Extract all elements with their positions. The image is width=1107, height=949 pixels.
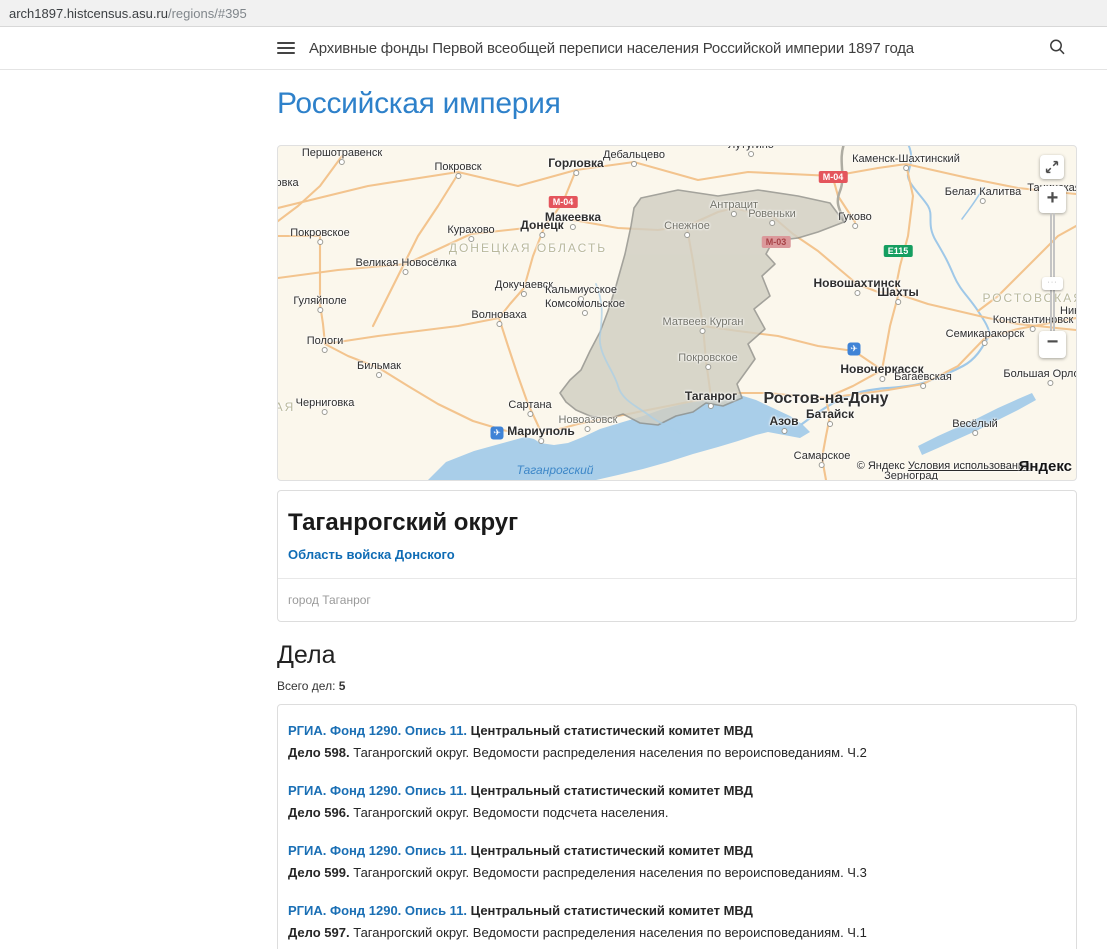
region-subtitle: город Таганрог xyxy=(288,593,1066,607)
case-number: Дело 598. xyxy=(288,745,350,760)
cases-heading: Дела xyxy=(277,641,1077,670)
case-organization: Центральный статистический комитет МВД xyxy=(467,783,753,798)
case-archive-link[interactable]: РГИА. Фонд 1290. Опись 11. xyxy=(288,783,467,798)
yandex-map[interactable]: ПершотравенскПокровскГорловкаДебальцевоВ… xyxy=(277,145,1077,481)
zoom-slider-handle[interactable]: ··· xyxy=(1042,277,1063,290)
divider xyxy=(278,578,1076,579)
case-item: РГИА. Фонд 1290. Опись 11. Центральный с… xyxy=(288,722,1066,761)
copyright-text: © Яндекс xyxy=(857,460,905,472)
cases-total: Всего дел: 5 xyxy=(277,679,1077,693)
airport-icon: ✈ xyxy=(848,343,861,356)
expand-icon xyxy=(1045,160,1059,174)
case-description: Таганрогский округ. Ведомости подсчета н… xyxy=(350,805,669,820)
app-header: Архивные фонды Первой всеобщей переписи … xyxy=(0,27,1107,70)
region-title: Таганрогский округ xyxy=(288,509,1066,537)
case-item: РГИА. Фонд 1290. Опись 11. Центральный с… xyxy=(288,782,1066,821)
fullscreen-button[interactable] xyxy=(1040,155,1064,179)
terms-link[interactable]: Условия использования xyxy=(908,460,1030,472)
case-archive-link[interactable]: РГИА. Фонд 1290. Опись 11. xyxy=(288,723,467,738)
case-item: РГИА. Фонд 1290. Опись 11. Центральный с… xyxy=(288,842,1066,881)
cases-list: РГИА. Фонд 1290. Опись 11. Центральный с… xyxy=(277,704,1077,949)
airport-icon: ✈ xyxy=(491,427,504,440)
case-number: Дело 597. xyxy=(288,925,350,940)
case-number: Дело 596. xyxy=(288,805,350,820)
case-description: Таганрогский округ. Ведомости распределе… xyxy=(350,925,867,940)
case-organization: Центральный статистический комитет МВД xyxy=(467,723,753,738)
case-organization: Центральный статистический комитет МВД xyxy=(467,903,753,918)
page-title: Российская империя xyxy=(277,87,1077,121)
case-item: РГИА. Фонд 1290. Опись 11. Центральный с… xyxy=(288,902,1066,941)
case-organization: Центральный статистический комитет МВД xyxy=(467,843,753,858)
case-description: Таганрогский округ. Ведомости распределе… xyxy=(350,745,867,760)
zoom-out-button[interactable]: − xyxy=(1039,331,1066,358)
site-title: Архивные фонды Первой всеобщей переписи … xyxy=(309,40,914,57)
case-number: Дело 599. xyxy=(288,865,350,880)
region-card: Таганрогский округ Область войска Донско… xyxy=(277,490,1077,622)
yandex-logo[interactable]: Яндекс xyxy=(1019,458,1072,475)
case-archive-link[interactable]: РГИА. Фонд 1290. Опись 11. xyxy=(288,903,467,918)
cases-total-value: 5 xyxy=(339,679,346,693)
case-archive-link[interactable]: РГИА. Фонд 1290. Опись 11. xyxy=(288,843,467,858)
map-canvas xyxy=(278,146,1076,480)
zoom-slider-track[interactable] xyxy=(1050,213,1055,331)
url-domain: arch1897.histcensus.asu.ru xyxy=(9,6,168,21)
search-icon[interactable] xyxy=(1047,37,1069,59)
zoom-in-button[interactable]: + xyxy=(1039,186,1066,213)
browser-url-bar[interactable]: arch1897.histcensus.asu.ru/regions/#395 xyxy=(0,0,1107,27)
case-description: Таганрогский округ. Ведомости распределе… xyxy=(350,865,867,880)
parent-region-link[interactable]: Область войска Донского xyxy=(288,547,455,562)
hamburger-icon[interactable] xyxy=(277,42,295,54)
map-copyright: © Яндекс Условия использования xyxy=(857,460,1030,472)
url-path: /regions/#395 xyxy=(168,6,247,21)
